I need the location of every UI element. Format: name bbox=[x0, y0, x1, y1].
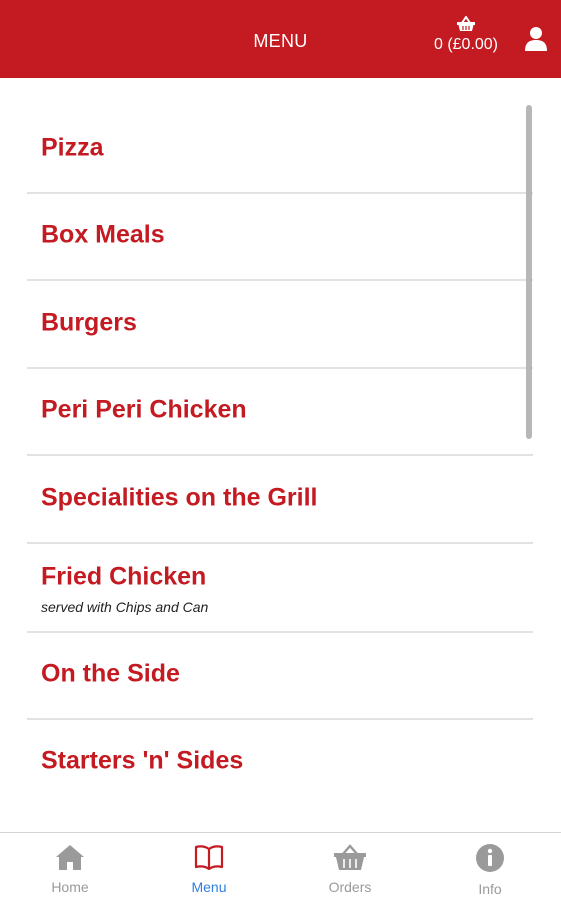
scrollbar[interactable] bbox=[526, 105, 532, 439]
menu-item-fried-chicken[interactable]: Fried Chicken served with Chips and Can bbox=[27, 544, 533, 633]
tab-info[interactable]: Info bbox=[430, 843, 550, 897]
menu-item-peri-peri-chicken[interactable]: Peri Peri Chicken bbox=[27, 367, 533, 456]
basket-icon bbox=[428, 16, 504, 32]
menu-item-box-meals[interactable]: Box Meals bbox=[27, 192, 533, 281]
menu-item-burgers[interactable]: Burgers bbox=[27, 280, 533, 369]
menu-item-starters-n-sides[interactable]: Starters 'n' Sides bbox=[27, 718, 533, 805]
menu-item-subtitle: served with Chips and Can bbox=[41, 599, 209, 615]
menu-item-label: On the Side bbox=[41, 659, 180, 688]
app-header: MENU 0 (£0.00) bbox=[0, 0, 561, 78]
tab-label: Home bbox=[51, 879, 89, 895]
tab-orders[interactable]: Orders bbox=[290, 843, 410, 895]
menu-category-list: Pizza Box Meals Burgers Peri Peri Chicke… bbox=[0, 78, 561, 832]
menu-item-label: Box Meals bbox=[41, 220, 165, 249]
basket-icon bbox=[290, 843, 410, 871]
menu-item-label: Peri Peri Chicken bbox=[41, 395, 247, 424]
tab-menu[interactable]: Menu bbox=[149, 843, 269, 895]
menu-item-label: Burgers bbox=[41, 308, 137, 337]
menu-item-label: Pizza bbox=[41, 133, 104, 162]
book-icon bbox=[149, 843, 269, 871]
tab-home[interactable]: Home bbox=[10, 843, 130, 895]
user-icon bbox=[524, 27, 548, 56]
account-button[interactable] bbox=[524, 26, 548, 57]
basket-total: 0 (£0.00) bbox=[433, 36, 499, 53]
bottom-tab-bar: Home Menu Orders Info bbox=[0, 832, 561, 901]
tab-label: Menu bbox=[191, 879, 227, 895]
tab-label: Info bbox=[478, 881, 502, 897]
basket-button[interactable]: 0 (£0.00) bbox=[428, 16, 504, 54]
menu-item-label: Specialities on the Grill bbox=[41, 483, 318, 512]
info-icon bbox=[430, 843, 550, 873]
home-icon bbox=[10, 843, 130, 871]
menu-item-on-the-side[interactable]: On the Side bbox=[27, 631, 533, 720]
menu-item-pizza[interactable]: Pizza bbox=[27, 105, 533, 194]
menu-item-label: Starters 'n' Sides bbox=[41, 746, 244, 775]
menu-item-specialities-on-the-grill[interactable]: Specialities on the Grill bbox=[27, 455, 533, 544]
menu-item-label: Fried Chicken bbox=[41, 562, 207, 591]
tab-label: Orders bbox=[328, 879, 372, 895]
